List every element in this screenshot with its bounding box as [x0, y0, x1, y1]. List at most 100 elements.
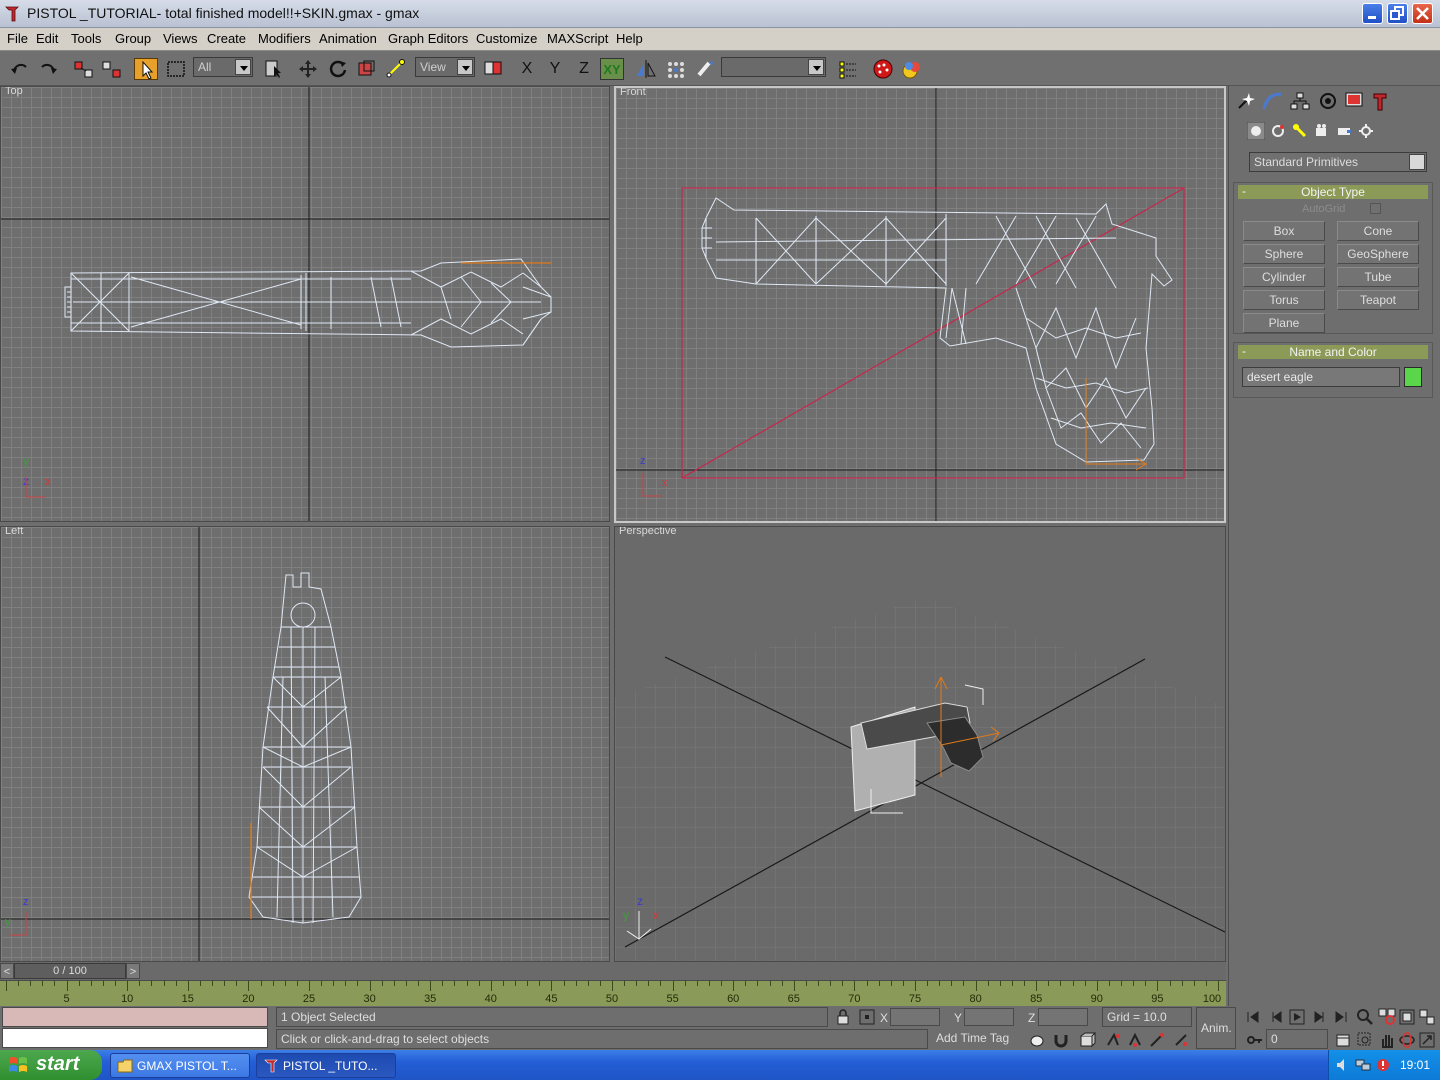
move-button[interactable]: [296, 58, 320, 80]
align-button[interactable]: [694, 58, 718, 80]
rotate-button[interactable]: [326, 58, 350, 80]
taskbar-folder-window[interactable]: GMAX PISTOL T...: [110, 1053, 250, 1078]
redo-button[interactable]: [36, 58, 60, 80]
select-and-link-button[interactable]: [72, 58, 96, 80]
object-category-dropdown[interactable]: Standard Primitives: [1249, 152, 1427, 172]
object-name-field[interactable]: desert eagle: [1242, 367, 1400, 387]
zoom-button[interactable]: [1356, 1008, 1374, 1026]
network-icon[interactable]: [1355, 1057, 1371, 1073]
torus-button[interactable]: Torus: [1243, 290, 1325, 310]
maximize-viewport-button[interactable]: [1418, 1031, 1436, 1049]
selection-filter-dropdown[interactable]: All: [193, 57, 253, 77]
time-slider-next[interactable]: >: [126, 963, 140, 979]
next-frame-button[interactable]: [1310, 1008, 1328, 1026]
time-slider-prev[interactable]: <: [0, 963, 14, 979]
material-editor-button[interactable]: [871, 58, 895, 80]
angle-snap-button[interactable]: [1078, 1031, 1097, 1049]
display-tab[interactable]: [1343, 90, 1365, 112]
taskbar-gmax-window[interactable]: PISTOL _TUTO...: [256, 1053, 396, 1078]
name-and-color-header[interactable]: - Name and Color: [1238, 344, 1428, 359]
object-color-swatch[interactable]: [1404, 367, 1422, 387]
menu-animation[interactable]: Animation: [319, 31, 377, 46]
start-button[interactable]: start: [0, 1050, 102, 1080]
pan-button[interactable]: [1378, 1031, 1396, 1049]
time-configuration-button[interactable]: [1334, 1031, 1352, 1049]
menu-customize[interactable]: Customize: [476, 31, 537, 46]
systems-category[interactable]: [1357, 122, 1375, 140]
unlink-selection-button[interactable]: [100, 58, 124, 80]
manipulate-button[interactable]: [384, 58, 408, 80]
zoom-extents-button[interactable]: [1398, 1008, 1416, 1026]
region-select-button[interactable]: [164, 58, 188, 80]
pivot-center-button[interactable]: [481, 58, 505, 80]
maxscript-listener-output[interactable]: [2, 1028, 268, 1048]
security-alert-icon[interactable]: [1375, 1057, 1391, 1073]
array-button[interactable]: [664, 58, 688, 80]
select-by-name-button[interactable]: [262, 58, 286, 80]
go-to-end-button[interactable]: [1332, 1008, 1350, 1026]
viewport-front[interactable]: Front z x: [614, 86, 1226, 523]
edit-named-selections-button[interactable]: [1172, 1031, 1190, 1049]
autogrid-checkbox[interactable]: [1370, 203, 1381, 214]
current-frame-field[interactable]: 0: [1266, 1029, 1328, 1049]
absolute-mode-button[interactable]: [858, 1008, 876, 1026]
mirror-button[interactable]: [634, 58, 658, 80]
modify-tab[interactable]: [1261, 90, 1283, 112]
menu-file[interactable]: File: [7, 31, 28, 46]
volume-icon[interactable]: [1335, 1057, 1351, 1073]
cameras-category[interactable]: [1313, 122, 1331, 140]
menu-edit[interactable]: Edit: [36, 31, 58, 46]
viewport-perspective[interactable]: Perspective y z x: [614, 526, 1226, 962]
track-view-button[interactable]: [836, 58, 860, 80]
animate-button[interactable]: Anim.: [1196, 1007, 1236, 1049]
go-to-start-button[interactable]: [1244, 1008, 1262, 1026]
coord-z-field[interactable]: [1038, 1008, 1088, 1026]
menu-tools[interactable]: Tools: [71, 31, 101, 46]
coord-y-field[interactable]: [964, 1008, 1014, 1026]
coord-x-field[interactable]: [890, 1008, 940, 1026]
motion-tab[interactable]: [1317, 90, 1339, 112]
track-bar[interactable]: 5 10 15 20 25 30 35 40 45 50 55 60 65 70 75 80 85 90 95 100: [0, 980, 1226, 1006]
restrict-xy-button[interactable]: XY: [600, 58, 624, 80]
lights-category[interactable]: [1291, 122, 1309, 140]
restrict-x-button[interactable]: X: [515, 58, 539, 80]
arc-rotate-button[interactable]: [1398, 1031, 1416, 1049]
zoom-extents-all-button[interactable]: [1418, 1008, 1436, 1026]
add-time-tag[interactable]: Add Time Tag: [932, 1029, 1020, 1049]
render-scene-button[interactable]: [900, 58, 924, 80]
select-object-button[interactable]: [134, 58, 158, 80]
sphere-button[interactable]: Sphere: [1243, 244, 1325, 264]
object-type-header[interactable]: - Object Type: [1238, 184, 1428, 199]
percent-snap-button[interactable]: [1104, 1031, 1122, 1049]
lock-selection-button[interactable]: [834, 1008, 852, 1026]
maximize-button[interactable]: [1387, 3, 1408, 24]
zoom-all-button[interactable]: [1378, 1008, 1396, 1026]
geometry-category[interactable]: [1246, 121, 1266, 141]
play-button[interactable]: [1288, 1008, 1306, 1026]
teapot-button[interactable]: Teapot: [1337, 290, 1419, 310]
named-selection-dropdown[interactable]: [721, 57, 826, 77]
region-zoom-button[interactable]: [1356, 1031, 1374, 1049]
menu-views[interactable]: Views: [163, 31, 197, 46]
create-tab[interactable]: [1235, 90, 1257, 112]
scale-button[interactable]: [354, 58, 378, 80]
previous-frame-button[interactable]: [1268, 1008, 1286, 1026]
restrict-z-button[interactable]: Z: [572, 58, 596, 80]
plane-button[interactable]: Plane: [1243, 313, 1325, 333]
menu-graph-editors[interactable]: Graph Editors: [388, 31, 468, 46]
viewport-left[interactable]: Left z y: [0, 526, 610, 962]
tube-button[interactable]: Tube: [1337, 267, 1419, 287]
menu-create[interactable]: Create: [207, 31, 246, 46]
utilities-tab[interactable]: [1369, 90, 1391, 112]
snaps-toggle-button[interactable]: [1052, 1031, 1070, 1049]
shade-selected-button[interactable]: [1028, 1031, 1046, 1049]
snap-settings-button[interactable]: [1148, 1031, 1166, 1049]
helpers-category[interactable]: [1335, 122, 1353, 140]
box-button[interactable]: Box: [1243, 221, 1325, 241]
key-mode-toggle[interactable]: [1246, 1031, 1264, 1049]
restrict-y-button[interactable]: Y: [543, 58, 567, 80]
shapes-category[interactable]: [1269, 122, 1287, 140]
minimize-button[interactable]: [1362, 3, 1383, 24]
reference-coordinate-dropdown[interactable]: View: [415, 57, 475, 77]
undo-button[interactable]: [8, 58, 32, 80]
